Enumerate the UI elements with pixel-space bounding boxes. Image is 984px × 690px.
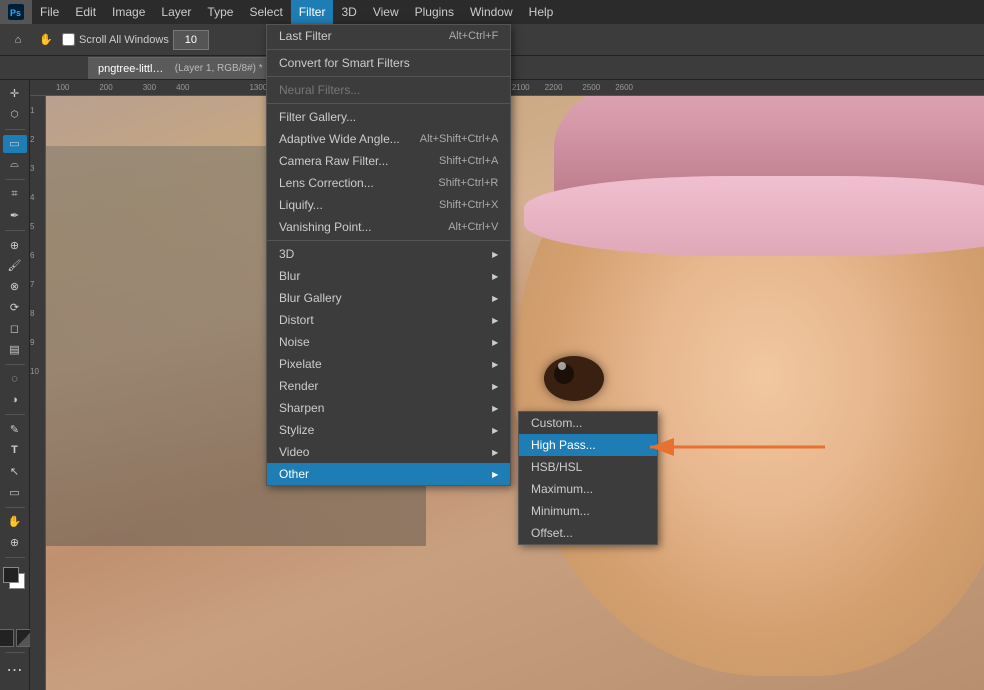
tool-divider-6	[5, 507, 25, 508]
menu-last-filter[interactable]: Last Filter Alt+Ctrl+F	[267, 25, 510, 47]
menu-stylize[interactable]: Stylize	[267, 419, 510, 441]
tool-divider-1	[5, 129, 25, 130]
menubar-filter[interactable]: Filter	[291, 0, 334, 24]
menu-sep-2	[267, 76, 510, 77]
menubar-layer[interactable]: Layer	[153, 0, 199, 24]
quick-mask-off[interactable]	[0, 629, 14, 647]
menu-liquify[interactable]: Liquify... Shift+Ctrl+X	[267, 194, 510, 216]
scroll-all-input[interactable]	[62, 33, 75, 46]
filter-menu: Last Filter Alt+Ctrl+F Convert for Smart…	[266, 24, 511, 486]
menu-vanishing-point[interactable]: Vanishing Point... Alt+Ctrl+V	[267, 216, 510, 238]
eraser-tool[interactable]: ◻	[3, 319, 27, 338]
tool-divider-2	[5, 179, 25, 180]
menubar-view[interactable]: View	[365, 0, 407, 24]
menubar-3d[interactable]: 3D	[333, 0, 364, 24]
brush-tool[interactable]: 🖌	[3, 256, 27, 275]
menu-sharpen[interactable]: Sharpen	[267, 397, 510, 419]
tab-layer-info: (Layer 1, RGB/8#) *	[175, 63, 263, 74]
menu-blur-gallery[interactable]: Blur Gallery	[267, 287, 510, 309]
menu-noise[interactable]: Noise	[267, 331, 510, 353]
marquee-tool[interactable]: ▭	[3, 135, 27, 154]
menu-distort[interactable]: Distort	[267, 309, 510, 331]
more-tools[interactable]: ⋯	[3, 658, 27, 682]
foreground-color[interactable]	[3, 567, 19, 583]
zoom-tool[interactable]: ⊕	[3, 533, 27, 552]
menu-3d[interactable]: 3D	[267, 243, 510, 265]
menubar: Ps File Edit Image Layer Type Select Fil…	[0, 0, 984, 24]
tool-divider-7	[5, 557, 25, 558]
blur-tool[interactable]: ◌	[3, 370, 27, 389]
history-tool[interactable]: ⟳	[3, 298, 27, 317]
menubar-plugins[interactable]: Plugins	[407, 0, 462, 24]
path-selection[interactable]: ↖	[3, 462, 27, 481]
menubar-ps[interactable]: Ps	[0, 0, 32, 24]
tool-divider-5	[5, 414, 25, 415]
menu-video[interactable]: Video	[267, 441, 510, 463]
tool-divider-4	[5, 364, 25, 365]
move-tool[interactable]: ✛	[3, 84, 27, 103]
menu-other[interactable]: Other	[267, 463, 510, 485]
scroll-all-checkbox[interactable]: Scroll All Windows	[62, 33, 169, 46]
document-tab[interactable]: pngtree-little-girl-baby-girl-hd-w (Laye…	[88, 57, 288, 79]
menu-adaptive-wide[interactable]: Adaptive Wide Angle... Alt+Shift+Ctrl+A	[267, 128, 510, 150]
fg-bg-colors[interactable]	[3, 567, 27, 591]
menu-render[interactable]: Render	[267, 375, 510, 397]
ruler-left: 12345 678910	[30, 96, 46, 690]
tab-filename: pngtree-little-girl-baby-girl-hd-w	[98, 63, 169, 75]
menu-pixelate[interactable]: Pixelate	[267, 353, 510, 375]
healing-tool[interactable]: ⊕	[3, 236, 27, 255]
lasso-tool[interactable]: ⌓	[3, 155, 27, 174]
svg-text:Ps: Ps	[10, 8, 21, 18]
shape-tool[interactable]: ▭	[3, 483, 27, 502]
tool-divider-8	[5, 652, 25, 653]
menubar-edit[interactable]: Edit	[67, 0, 104, 24]
hand-tool-left[interactable]: ✋	[3, 512, 27, 531]
pen-tool[interactable]: ✎	[3, 420, 27, 439]
dodge-tool[interactable]: ◑	[3, 391, 27, 410]
gradient-tool[interactable]: ▤	[3, 340, 27, 359]
menubar-window[interactable]: Window	[462, 0, 521, 24]
hand-tool[interactable]: ✋	[34, 28, 58, 52]
menubar-type[interactable]: Type	[199, 0, 241, 24]
menu-sep-1	[267, 49, 510, 50]
zoom-input[interactable]	[173, 30, 209, 50]
artboard-tool[interactable]: ⬡	[3, 105, 27, 124]
menu-neural-filters[interactable]: Neural Filters...	[267, 79, 510, 101]
menu-lens-correction[interactable]: Lens Correction... Shift+Ctrl+R	[267, 172, 510, 194]
home-button[interactable]: ⌂	[6, 28, 30, 52]
menu-filter-gallery[interactable]: Filter Gallery...	[267, 106, 510, 128]
ps-icon: Ps	[8, 4, 24, 20]
menubar-help[interactable]: Help	[521, 0, 562, 24]
color-tools: ⋯	[0, 563, 34, 686]
menu-sep-4	[267, 240, 510, 241]
tool-divider-3	[5, 230, 25, 231]
text-tool[interactable]: T	[3, 441, 27, 460]
menubar-file[interactable]: File	[32, 0, 67, 24]
menu-camera-raw[interactable]: Camera Raw Filter... Shift+Ctrl+A	[267, 150, 510, 172]
crop-tool[interactable]: ⌗	[3, 185, 27, 204]
clone-tool[interactable]: ⊗	[3, 277, 27, 296]
menubar-image[interactable]: Image	[104, 0, 153, 24]
left-toolbar: ✛ ⬡ ▭ ⌓ ⌗ ✒ ⊕ 🖌 ⊗ ⟳ ◻ ▤ ◌ ◑ ✎ T ↖ ▭ ✋ ⊕	[0, 80, 30, 690]
menu-sep-3	[267, 103, 510, 104]
menubar-select[interactable]: Select	[241, 0, 290, 24]
eyedropper-tool[interactable]: ✒	[3, 206, 27, 225]
photo-canvas	[46, 96, 984, 690]
menu-convert-smart[interactable]: Convert for Smart Filters	[267, 52, 510, 74]
menu-blur[interactable]: Blur	[267, 265, 510, 287]
